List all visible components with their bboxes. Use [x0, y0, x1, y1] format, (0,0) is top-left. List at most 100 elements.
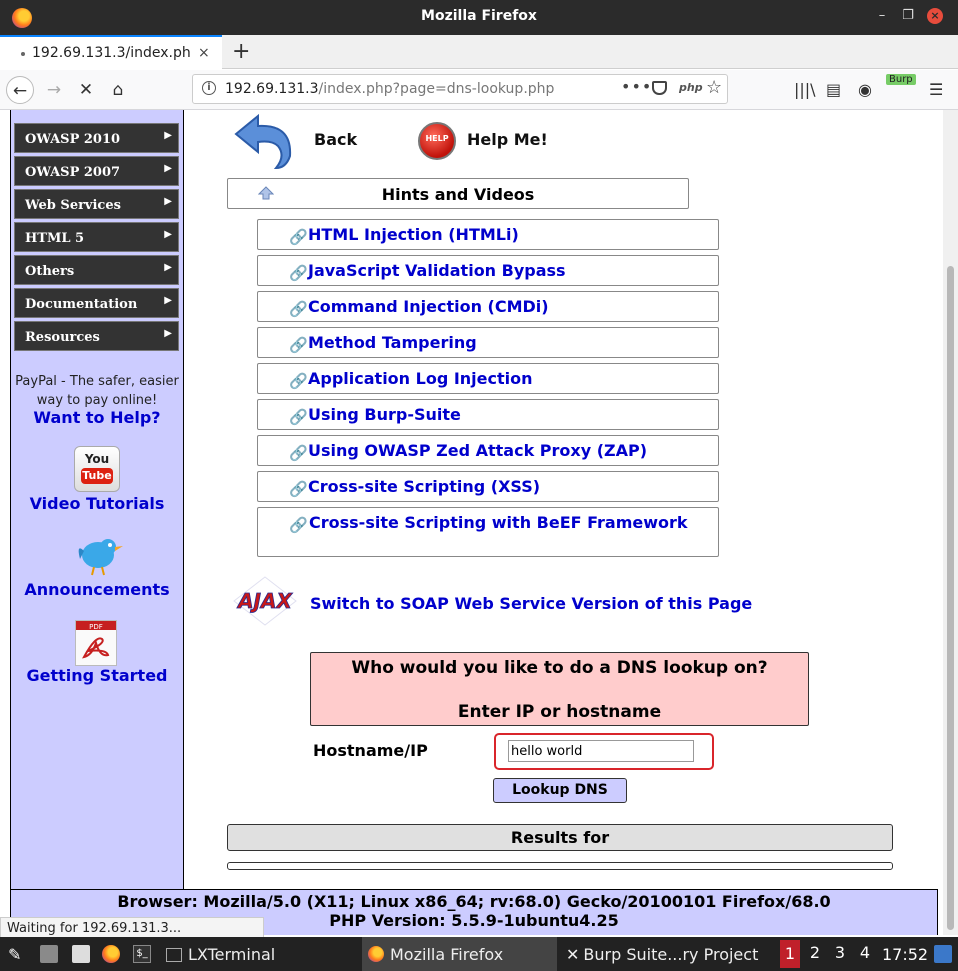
- help-me-link[interactable]: Help Me!: [467, 130, 548, 149]
- dns-enter-label: Enter IP or hostname: [457, 702, 662, 722]
- restore-button[interactable]: ❐: [900, 8, 916, 24]
- submenu-arrow-icon: ▶: [164, 163, 172, 174]
- burp-extension-badge[interactable]: Burp: [886, 74, 916, 85]
- sidebar-item-html5[interactable]: HTML 5 ▶: [14, 222, 179, 252]
- task-burp-suite[interactable]: ✕ Burp Suite...ry Project: [560, 937, 764, 971]
- tab-label: 192.69.131.3/index.php?p: [32, 45, 192, 61]
- sidebar-item-web-services[interactable]: Web Services ▶: [14, 189, 179, 219]
- want-to-help-link[interactable]: Want to Help?: [11, 408, 183, 427]
- link-chain-icon: 🔗: [289, 336, 308, 354]
- ajax-logo-text: AJAX: [236, 589, 293, 613]
- link-chain-icon: 🔗: [289, 444, 308, 462]
- submenu-arrow-icon: ▶: [164, 295, 172, 306]
- start-menu-icon[interactable]: ✎: [8, 945, 26, 964]
- hint-link[interactable]: JavaScript Validation Bypass: [308, 261, 566, 280]
- sidebar-item-documentation[interactable]: Documentation ▶: [14, 288, 179, 318]
- hostname-input[interactable]: [508, 740, 694, 762]
- workspace-2[interactable]: 2: [805, 943, 825, 962]
- stop-button[interactable]: ✕: [72, 76, 100, 104]
- info-icon[interactable]: i: [202, 81, 216, 95]
- close-window-button[interactable]: ×: [927, 8, 943, 24]
- hostname-label: Hostname/IP: [313, 741, 428, 760]
- hints-and-videos-toggle[interactable]: Hints and Videos: [227, 178, 689, 209]
- pdf-icon[interactable]: PDF: [75, 620, 117, 666]
- submenu-arrow-icon: ▶: [164, 229, 172, 240]
- bookmark-star-icon[interactable]: ☆: [706, 77, 722, 98]
- minimize-button[interactable]: –: [874, 8, 890, 24]
- hint-item[interactable]: 🔗 Using OWASP Zed Attack Proxy (ZAP): [257, 435, 719, 466]
- hint-item[interactable]: 🔗 JavaScript Validation Bypass: [257, 255, 719, 286]
- scrollbar-thumb[interactable]: [947, 266, 954, 930]
- sidebar-toggle-icon[interactable]: ▤: [826, 80, 841, 99]
- twitter-bird-icon[interactable]: [74, 533, 124, 577]
- home-button[interactable]: ⌂: [104, 76, 132, 104]
- hint-link[interactable]: Cross-site Scripting with BeEF Framework: [288, 513, 708, 532]
- hint-link[interactable]: HTML Injection (HTMLi): [308, 225, 519, 244]
- task-label: Mozilla Firefox: [390, 945, 504, 964]
- firefox-launcher-icon[interactable]: [102, 945, 120, 963]
- help-icon-text: HELP: [425, 134, 449, 143]
- burp-task-icon: ✕: [566, 945, 580, 964]
- hint-link[interactable]: Method Tampering: [308, 333, 477, 352]
- workspace-3[interactable]: 3: [830, 943, 850, 962]
- hint-item[interactable]: 🔗 Cross-site Scripting with BeEF Framewor…: [257, 507, 719, 557]
- tab-active[interactable]: 192.69.131.3/index.php?p ×: [0, 35, 222, 69]
- text-editor-icon[interactable]: [72, 945, 90, 963]
- hint-link[interactable]: Cross-site Scripting (XSS): [308, 477, 540, 496]
- getting-started-link[interactable]: Getting Started: [11, 666, 183, 685]
- hint-link[interactable]: Using Burp-Suite: [308, 405, 461, 424]
- sidebar-item-others[interactable]: Others ▶: [14, 255, 179, 285]
- terminal-launcher-icon[interactable]: $_: [133, 945, 151, 963]
- hint-item[interactable]: 🔗 Method Tampering: [257, 327, 719, 358]
- tab-close-icon[interactable]: ×: [198, 45, 210, 61]
- lookup-dns-button[interactable]: Lookup DNS: [493, 778, 627, 803]
- library-icon[interactable]: |||\: [794, 80, 816, 99]
- back-link[interactable]: Back: [314, 130, 357, 149]
- help-button-icon[interactable]: HELP: [418, 122, 456, 160]
- task-lxterminal[interactable]: LXTerminal: [160, 937, 281, 971]
- forward-button[interactable]: →: [40, 76, 68, 104]
- hint-link[interactable]: Application Log Injection: [308, 369, 533, 388]
- workspace-4[interactable]: 4: [855, 943, 875, 962]
- sidebar-item-resources[interactable]: Resources ▶: [14, 321, 179, 351]
- pocket-icon[interactable]: [652, 81, 667, 95]
- results-area: [227, 862, 893, 870]
- link-chain-icon: 🔗: [289, 264, 308, 282]
- show-desktop-icon[interactable]: [934, 945, 952, 963]
- new-tab-button[interactable]: +: [232, 39, 250, 64]
- hint-item[interactable]: 🔗 Using Burp-Suite: [257, 399, 719, 430]
- sidebar-item-label: OWASP 2007: [25, 165, 121, 180]
- paypal-text: PayPal - The safer, easier way to pay on…: [11, 372, 183, 410]
- account-icon[interactable]: ◉: [858, 80, 872, 99]
- back-arrow-icon[interactable]: [232, 112, 296, 170]
- hint-link[interactable]: Command Injection (CMDi): [308, 297, 549, 316]
- hint-item[interactable]: 🔗 Command Injection (CMDi): [257, 291, 719, 322]
- task-firefox[interactable]: Mozilla Firefox: [362, 937, 557, 971]
- sidebar-item-label: HTML 5: [25, 231, 85, 246]
- menu-hamburger-icon[interactable]: ☰: [929, 80, 943, 99]
- page-scrollbar[interactable]: [943, 110, 958, 935]
- workspace-1[interactable]: 1: [780, 940, 800, 968]
- url-bar[interactable]: i 192.69.131.3/index.php?page=dns-lookup…: [192, 74, 728, 104]
- hint-item[interactable]: 🔗 Cross-site Scripting (XSS): [257, 471, 719, 502]
- loading-dot-icon: [21, 52, 25, 56]
- soap-version-link[interactable]: Switch to SOAP Web Service Version of th…: [310, 594, 752, 613]
- clock: 17:52: [882, 945, 929, 964]
- page-actions-icon[interactable]: •••: [621, 77, 652, 96]
- php-extension-icon[interactable]: php: [679, 81, 703, 94]
- video-tutorials-link[interactable]: Video Tutorials: [11, 494, 183, 513]
- window-titlebar: Mozilla Firefox – ❐ ×: [0, 0, 958, 35]
- hint-item[interactable]: 🔗 HTML Injection (HTMLi): [257, 219, 719, 250]
- hint-item[interactable]: 🔗 Application Log Injection: [257, 363, 719, 394]
- url-text[interactable]: 192.69.131.3/index.php?page=dns-lookup.p…: [225, 81, 554, 97]
- taskbar: ✎ $_ LXTerminal Mozilla Firefox ✕ Burp Su…: [0, 937, 958, 971]
- sidebar-item-owasp-2010[interactable]: OWASP 2010 ▶: [14, 123, 179, 153]
- sidebar-item-owasp-2007[interactable]: OWASP 2007 ▶: [14, 156, 179, 186]
- youtube-icon[interactable]: You Tube: [74, 446, 120, 492]
- ajax-logo-icon[interactable]: AJAX: [232, 575, 298, 627]
- file-manager-icon[interactable]: [40, 945, 58, 963]
- announcements-link[interactable]: Announcements: [11, 580, 183, 599]
- back-button[interactable]: ←: [6, 76, 34, 104]
- hint-link[interactable]: Using OWASP Zed Attack Proxy (ZAP): [308, 441, 647, 460]
- tab-strip: 192.69.131.3/index.php?p × +: [0, 35, 958, 69]
